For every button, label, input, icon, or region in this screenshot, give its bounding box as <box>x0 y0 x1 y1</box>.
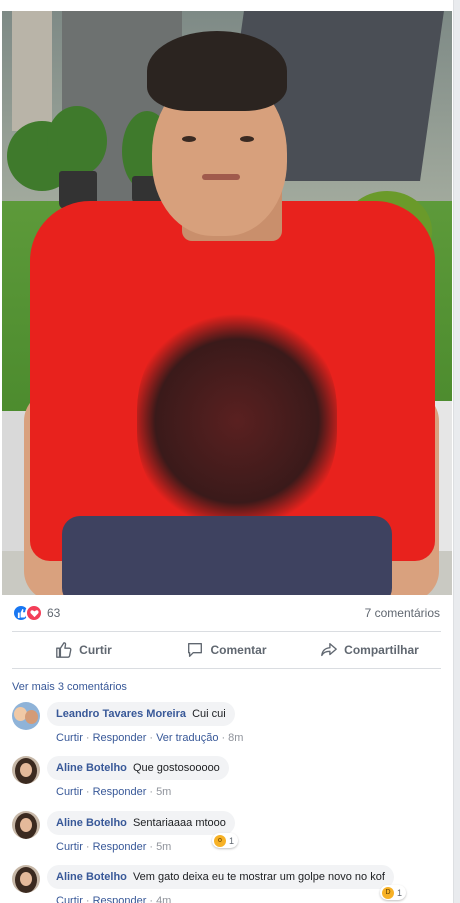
wow-icon: o <box>214 834 226 847</box>
divider <box>12 668 441 669</box>
like-label: Curtir <box>79 643 112 657</box>
comment-bubble: Aline Botelho Vem gato deixa eu te mostr… <box>47 865 394 889</box>
comment-time[interactable]: 8m <box>228 732 243 744</box>
comment-meta: Curtir · Responder · 4m <box>56 895 171 903</box>
share-icon <box>321 643 338 657</box>
comment-like-link[interactable]: Curtir <box>56 895 83 903</box>
post-photo[interactable] <box>2 11 452 595</box>
view-more-comments-link[interactable]: Ver mais 3 comentários <box>12 681 127 693</box>
comment-time[interactable]: 5m <box>156 841 171 853</box>
love-icon <box>25 604 43 622</box>
comment-bubble: Aline Botelho Que gostosooooo <box>47 756 229 780</box>
share-label: Compartilhar <box>344 643 419 657</box>
avatar[interactable] <box>12 756 40 784</box>
comment-text: Sentariaaaa mtooo <box>132 817 226 829</box>
comment-reply-link[interactable]: Responder <box>93 786 147 798</box>
comment-time[interactable]: 4m <box>156 895 171 903</box>
comment-author[interactable]: Aline Botelho <box>56 871 127 883</box>
comment-time[interactable]: 5m <box>156 786 171 798</box>
comment-reply-link[interactable]: Responder <box>93 841 147 853</box>
thumbs-up-icon <box>56 642 72 658</box>
comment-like-link[interactable]: Curtir <box>56 732 83 744</box>
haha-icon: D <box>382 886 394 899</box>
comment-reaction[interactable]: D 1 <box>380 885 407 900</box>
reaction-summary[interactable]: 63 <box>12 602 60 624</box>
comment-button[interactable]: Comentar <box>155 634 298 666</box>
comment-text: Vem gato deixa eu te mostrar um golpe no… <box>132 871 385 883</box>
comments-count-link[interactable]: 7 comentários <box>365 606 440 620</box>
avatar[interactable] <box>12 865 40 893</box>
comment-like-link[interactable]: Curtir <box>56 786 83 798</box>
avatar[interactable] <box>12 811 40 839</box>
post-actions: Curtir Comentar Compartilhar <box>12 634 441 666</box>
divider <box>12 631 441 632</box>
post-card: 63 7 comentários Curtir Comentar Compart… <box>0 0 454 903</box>
comment-label: Comentar <box>210 643 267 657</box>
avatar[interactable] <box>12 702 40 730</box>
share-button[interactable]: Compartilhar <box>298 634 441 666</box>
comment-reaction[interactable]: o 1 <box>212 833 239 848</box>
comment-like-link[interactable]: Curtir <box>56 841 83 853</box>
comment-meta: Curtir · Responder · 5m <box>56 841 172 853</box>
comment-reaction-count: 1 <box>229 835 235 846</box>
comment-reply-link[interactable]: Responder <box>93 895 147 903</box>
comment-text: Cui cui <box>192 708 226 720</box>
comment-translate-link[interactable]: Ver tradução <box>156 732 218 744</box>
reaction-count: 63 <box>47 606 61 620</box>
comment-reply-link[interactable]: Responder <box>93 732 147 744</box>
comment-text: Que gostosooooo <box>132 762 220 774</box>
comment-author[interactable]: Aline Botelho <box>56 762 127 774</box>
comment-author[interactable]: Aline Botelho <box>56 817 127 829</box>
comment-meta: Curtir · Responder · Ver tradução · 8m <box>56 732 244 744</box>
comment-bubble: Aline Botelho Sentariaaaa mtooo <box>47 811 235 835</box>
comment-reaction-count: 1 <box>397 887 403 898</box>
comment-bubble: Leandro Tavares Moreira Cui cui <box>47 702 235 726</box>
like-button[interactable]: Curtir <box>12 634 155 666</box>
comment-author[interactable]: Leandro Tavares Moreira <box>56 708 186 720</box>
comment-icon <box>188 643 203 657</box>
comment-meta: Curtir · Responder · 5m <box>56 786 172 798</box>
